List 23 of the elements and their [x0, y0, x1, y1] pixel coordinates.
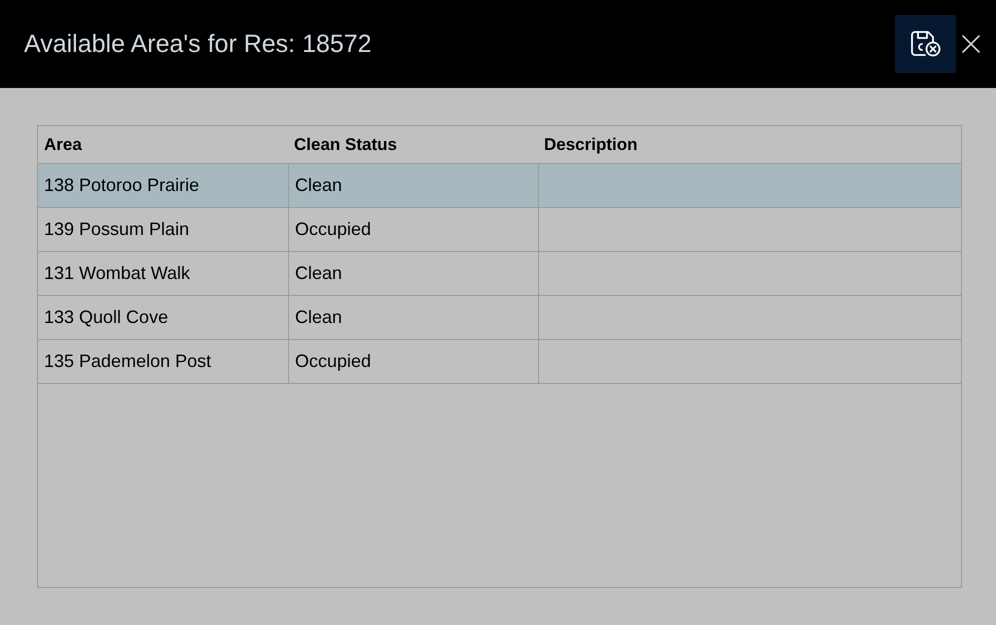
table-cell-text: Occupied [295, 350, 372, 373]
floppy-disk-x-icon [910, 31, 940, 57]
table-cell-text: Clean [295, 262, 342, 285]
save-close-button[interactable] [895, 15, 956, 73]
table-row[interactable]: 131 Wombat Walk Clean [38, 252, 961, 296]
table-cell-text: Clean [295, 306, 342, 329]
table-cell-text: 139 Possum Plain [44, 218, 190, 241]
table-cell-text: Occupied [295, 218, 372, 241]
close-button[interactable] [962, 35, 980, 53]
column-header: Clean Status [294, 134, 397, 156]
table-cell-text: Clean [295, 174, 342, 197]
table-row[interactable]: 133 Quoll Cove Clean [38, 296, 961, 340]
table-row[interactable]: 138 Potoroo Prairie Clean [38, 164, 961, 208]
table-cell-text: 135 Pademelon Post [44, 350, 212, 373]
window-title: Available Area's for Res: 18572 [24, 32, 372, 56]
table-row[interactable]: 139 Possum Plain Occupied [38, 208, 961, 252]
table-row[interactable]: 135 Pademelon Post Occupied [38, 340, 961, 384]
close-icon [962, 35, 980, 53]
table-cell-text: 138 Potoroo Prairie [44, 174, 200, 197]
column-header: Description [544, 134, 638, 156]
table-cell-text: 133 Quoll Cove [44, 306, 168, 329]
table-cell-text: 131 Wombat Walk [44, 262, 190, 285]
column-header: Area [44, 134, 82, 156]
